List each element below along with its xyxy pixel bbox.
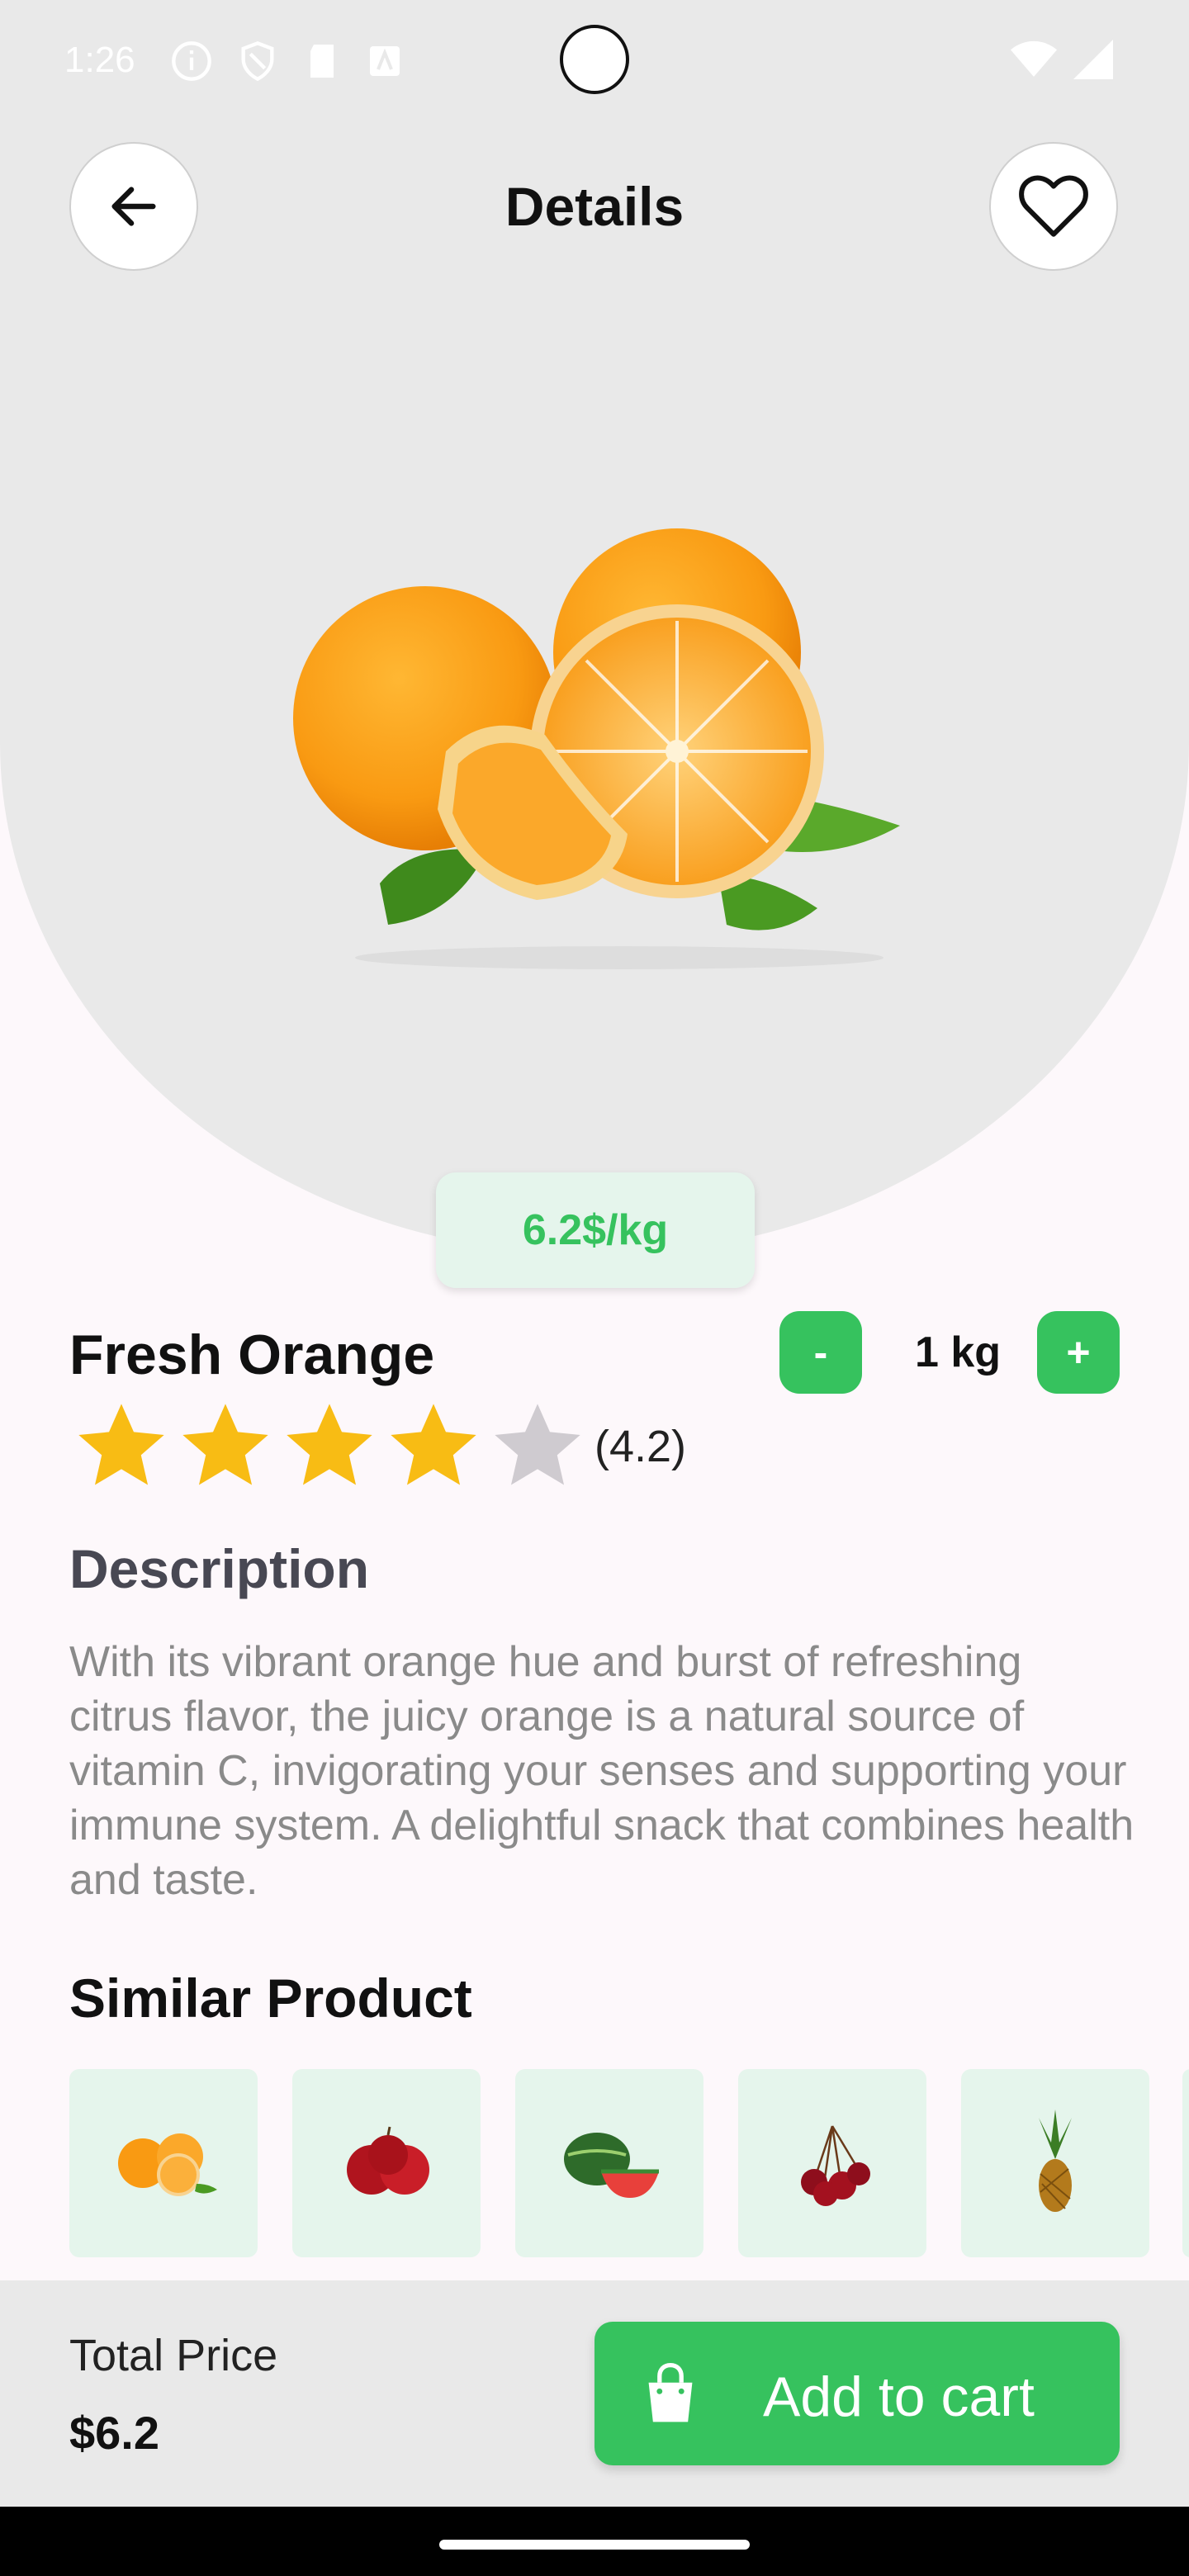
add-to-cart-button[interactable]: Add to cart [594,2322,1120,2465]
quantity-value: 1 kg [914,1328,1002,1376]
description-text: With its vibrant orange hue and burst of… [69,1638,1135,1904]
camera-cutout [560,25,629,94]
quantity-stepper: - 1 kg + [779,1311,1120,1394]
total-price-label: Total Price [69,2331,278,2380]
status-time: 1:26 [64,40,135,80]
heart-icon [1019,175,1088,237]
status-bar: 1:26 [0,0,1189,124]
rating: (4.2) [69,1395,686,1498]
similar-item-pineapple[interactable] [961,2069,1149,2257]
shield-icon [241,41,274,82]
status-icons [170,40,405,83]
wifi-icon [1011,40,1057,77]
shopping-bag-icon [648,2363,693,2422]
sd-card-icon [310,45,334,78]
similar-item-orange[interactable] [69,2069,258,2257]
similar-item-apple[interactable] [292,2069,481,2257]
product-image [272,528,933,974]
apple-icon [347,2126,429,2195]
status-right [1011,40,1113,79]
similar-item-cherry[interactable] [738,2069,926,2257]
star-icon [391,1404,476,1485]
star-icon [182,1404,268,1485]
similar-item-watermelon[interactable] [515,2069,703,2257]
similar-products-list [69,2069,1149,2257]
total-price-value: $6.2 [69,2407,159,2459]
similar-product-title: Similar Product [69,1968,472,2029]
star-empty-icon [495,1404,580,1485]
star-icon [287,1404,372,1485]
price-per-kg-badge: 6.2$/kg [436,1172,755,1288]
watermelon-icon [564,2133,659,2198]
star-icon [78,1404,164,1485]
rating-value: (4.2) [594,1422,687,1471]
description-title: Description [69,1538,370,1599]
similar-item-partial[interactable] [1182,2069,1189,2257]
signal-icon [1073,40,1113,79]
add-to-cart-label: Add to cart [763,2365,1035,2428]
info-icon [172,41,211,81]
product-name: Fresh Orange [69,1324,435,1386]
pineapple-icon [1039,2110,1072,2212]
favorite-button[interactable] [989,142,1118,271]
home-indicator[interactable] [439,2540,750,2550]
decrease-quantity-button[interactable]: - [779,1311,862,1394]
cherry-icon [801,2125,870,2206]
orange-icon [118,2133,217,2196]
font-icon [370,46,400,76]
increase-quantity-button[interactable]: + [1037,1311,1120,1394]
